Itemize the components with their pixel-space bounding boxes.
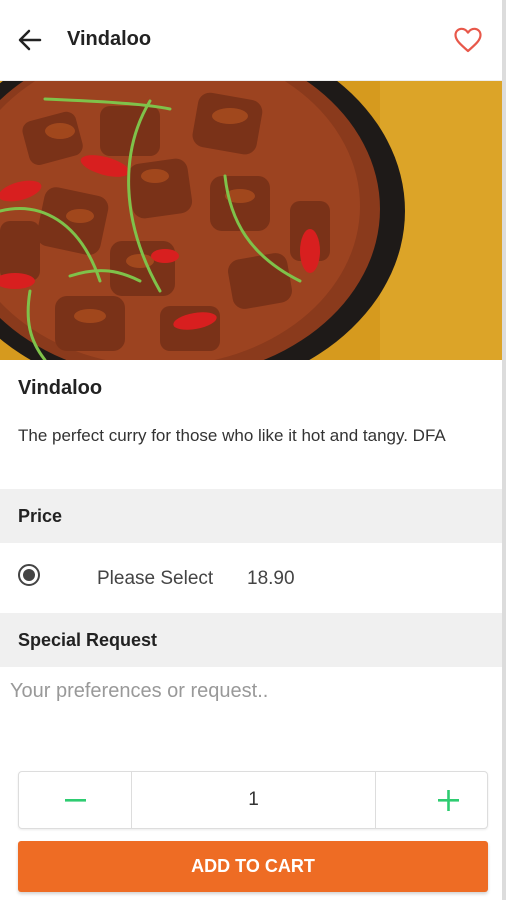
dish-image: [0, 81, 502, 360]
right-edge: [502, 0, 506, 900]
special-request-title: Special Request: [18, 630, 158, 650]
special-request-input[interactable]: [0, 670, 502, 750]
price-option[interactable]: Please Select 18.90: [0, 544, 502, 612]
minus-icon: [65, 799, 86, 802]
dish-description: The perfect curry for those who like it …: [18, 426, 446, 445]
top-app-bar: Vindaloo: [0, 0, 502, 81]
special-request-section-header: Special Request: [0, 613, 502, 667]
plus-icon: [438, 790, 459, 811]
back-button[interactable]: [14, 24, 46, 56]
increase-quantity-button[interactable]: [375, 772, 488, 828]
price-section-title: Price: [18, 506, 63, 526]
quantity-value: 1: [248, 789, 259, 810]
quantity-stepper: 1: [18, 771, 488, 829]
page-title: Vindaloo: [67, 28, 152, 50]
decrease-quantity-button[interactable]: [19, 772, 132, 828]
price-option-value: 18.90: [247, 568, 295, 589]
arrow-left-icon: [18, 29, 42, 51]
heart-outline-icon: [454, 27, 482, 53]
dish-name: Vindaloo: [18, 377, 103, 399]
radio-selected-icon[interactable]: [18, 564, 40, 586]
favorite-button[interactable]: [452, 24, 484, 56]
price-option-label: Please Select: [97, 568, 214, 589]
radio-dot: [23, 569, 35, 581]
price-section-header: Price: [0, 489, 502, 543]
add-to-cart-button[interactable]: ADD TO CART: [18, 841, 488, 892]
